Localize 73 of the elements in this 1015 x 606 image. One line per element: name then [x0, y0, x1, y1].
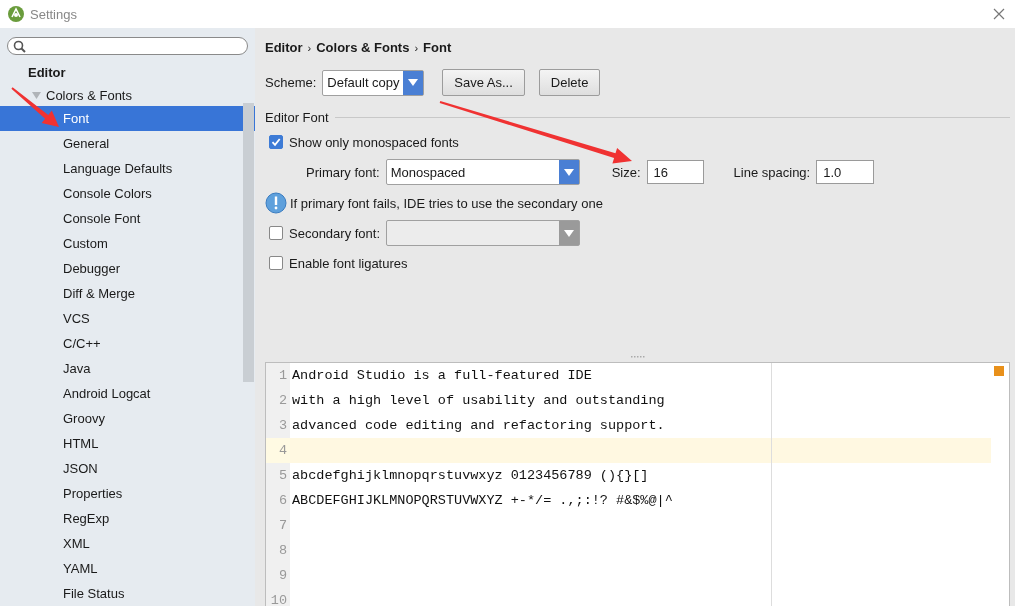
tree-item[interactable]: Debugger [0, 256, 255, 281]
tree-item[interactable]: HTML [0, 431, 255, 456]
tree-item[interactable]: C/C++ [0, 331, 255, 356]
breadcrumb-item: Colors & Fonts [316, 40, 410, 55]
tree-item[interactable]: File Status [0, 581, 255, 606]
info-icon [265, 192, 287, 214]
tree-item[interactable]: Console Colors [0, 181, 255, 206]
delete-button[interactable]: Delete [538, 69, 601, 96]
tree-item[interactable]: Java [0, 356, 255, 381]
scrollbar[interactable] [243, 103, 254, 382]
line-spacing-label: Line spacing: [733, 164, 811, 180]
line-number: 4 [266, 438, 290, 463]
tree-item[interactable]: Android Logcat [0, 381, 255, 406]
tree-item[interactable]: Language Defaults [0, 156, 255, 181]
tree-item[interactable]: Groovy [0, 406, 255, 431]
scheme-dropdown[interactable]: Default copy [322, 69, 425, 96]
tree-item[interactable]: General [0, 131, 255, 156]
size-field[interactable]: 16 [646, 160, 704, 184]
info-text: If primary font fails, IDE tries to use the secondary one [290, 195, 603, 211]
line-number: 9 [277, 567, 288, 585]
tree-item[interactable]: Properties [0, 481, 255, 506]
code-line: advanced code editing and refactoring support. [292, 418, 665, 433]
tree-item[interactable]: Console Font [0, 206, 255, 231]
font-preview-editor[interactable] [265, 362, 1010, 606]
checkbox[interactable] [269, 256, 283, 270]
search-icon [13, 39, 26, 53]
checkbox-label: Secondary font: [289, 225, 381, 241]
android-logo-icon [8, 6, 24, 22]
line-number: 5 [277, 467, 288, 485]
close-icon[interactable] [993, 8, 1005, 20]
line-number: 7 [277, 517, 288, 535]
breadcrumb-item: Font [423, 40, 452, 55]
tree-item[interactable]: RegExp [0, 506, 255, 531]
tree-item[interactable]: Diff & Merge [0, 281, 255, 306]
tree-item[interactable]: XML [0, 531, 255, 556]
checkbox-label: Show only monospaced fonts [289, 134, 459, 150]
tree-node-label: Colors & Fonts [46, 88, 132, 104]
code-line: with a high level of usability and outstanding [292, 393, 665, 408]
breadcrumb-item: Editor [265, 40, 303, 55]
tree-node[interactable]: Colors & Fonts [0, 85, 255, 106]
scheme-label: Scheme: [265, 75, 317, 90]
section-title: Editor Font [265, 110, 329, 125]
save-as-button[interactable]: Save As... [442, 69, 525, 96]
primary-font-dropdown[interactable]: Monospaced [385, 159, 580, 185]
code-line: ABCDEFGHIJKLMNOPQRSTUVWXYZ +-*/= .,;:!? #&$%@|^ [292, 493, 673, 508]
tree-item[interactable]: Custom [0, 231, 255, 256]
checkbox-label: Enable font ligatures [289, 255, 408, 271]
code-line: abcdefghijklmnopqrstuvwxyz 0123456789 (){}[] [292, 468, 649, 483]
tree-section-header[interactable]: Editor [0, 60, 255, 86]
size-label: Size: [611, 164, 641, 180]
primary-font-label: Primary font: [306, 164, 380, 180]
checkbox[interactable] [269, 135, 283, 149]
tree-item[interactable]: JSON [0, 456, 255, 481]
tree-item[interactable]: VCS [0, 306, 255, 331]
breadcrumb-separator: › [414, 42, 419, 54]
line-number: 8 [277, 542, 288, 560]
window-title: Settings [30, 6, 78, 22]
line-number: 1 [277, 367, 288, 385]
line-number: 6 [277, 492, 288, 510]
splitter-grip-icon[interactable] [630, 356, 645, 359]
line-number: 3 [277, 417, 288, 435]
caret-icon [408, 79, 419, 86]
breadcrumb-separator: › [307, 42, 312, 54]
tree-item[interactable]: Font [0, 106, 255, 131]
line-number: 2 [277, 392, 288, 410]
line-spacing-field[interactable]: 1.0 [816, 160, 875, 184]
status-marker [994, 366, 1004, 376]
code-line: Android Studio is a full-featured IDE [292, 368, 592, 383]
caret-icon [563, 168, 574, 176]
line-number: 10 [269, 592, 288, 606]
caret-icon [564, 229, 575, 237]
search-field[interactable] [7, 37, 248, 56]
tree-item[interactable]: YAML [0, 556, 255, 581]
